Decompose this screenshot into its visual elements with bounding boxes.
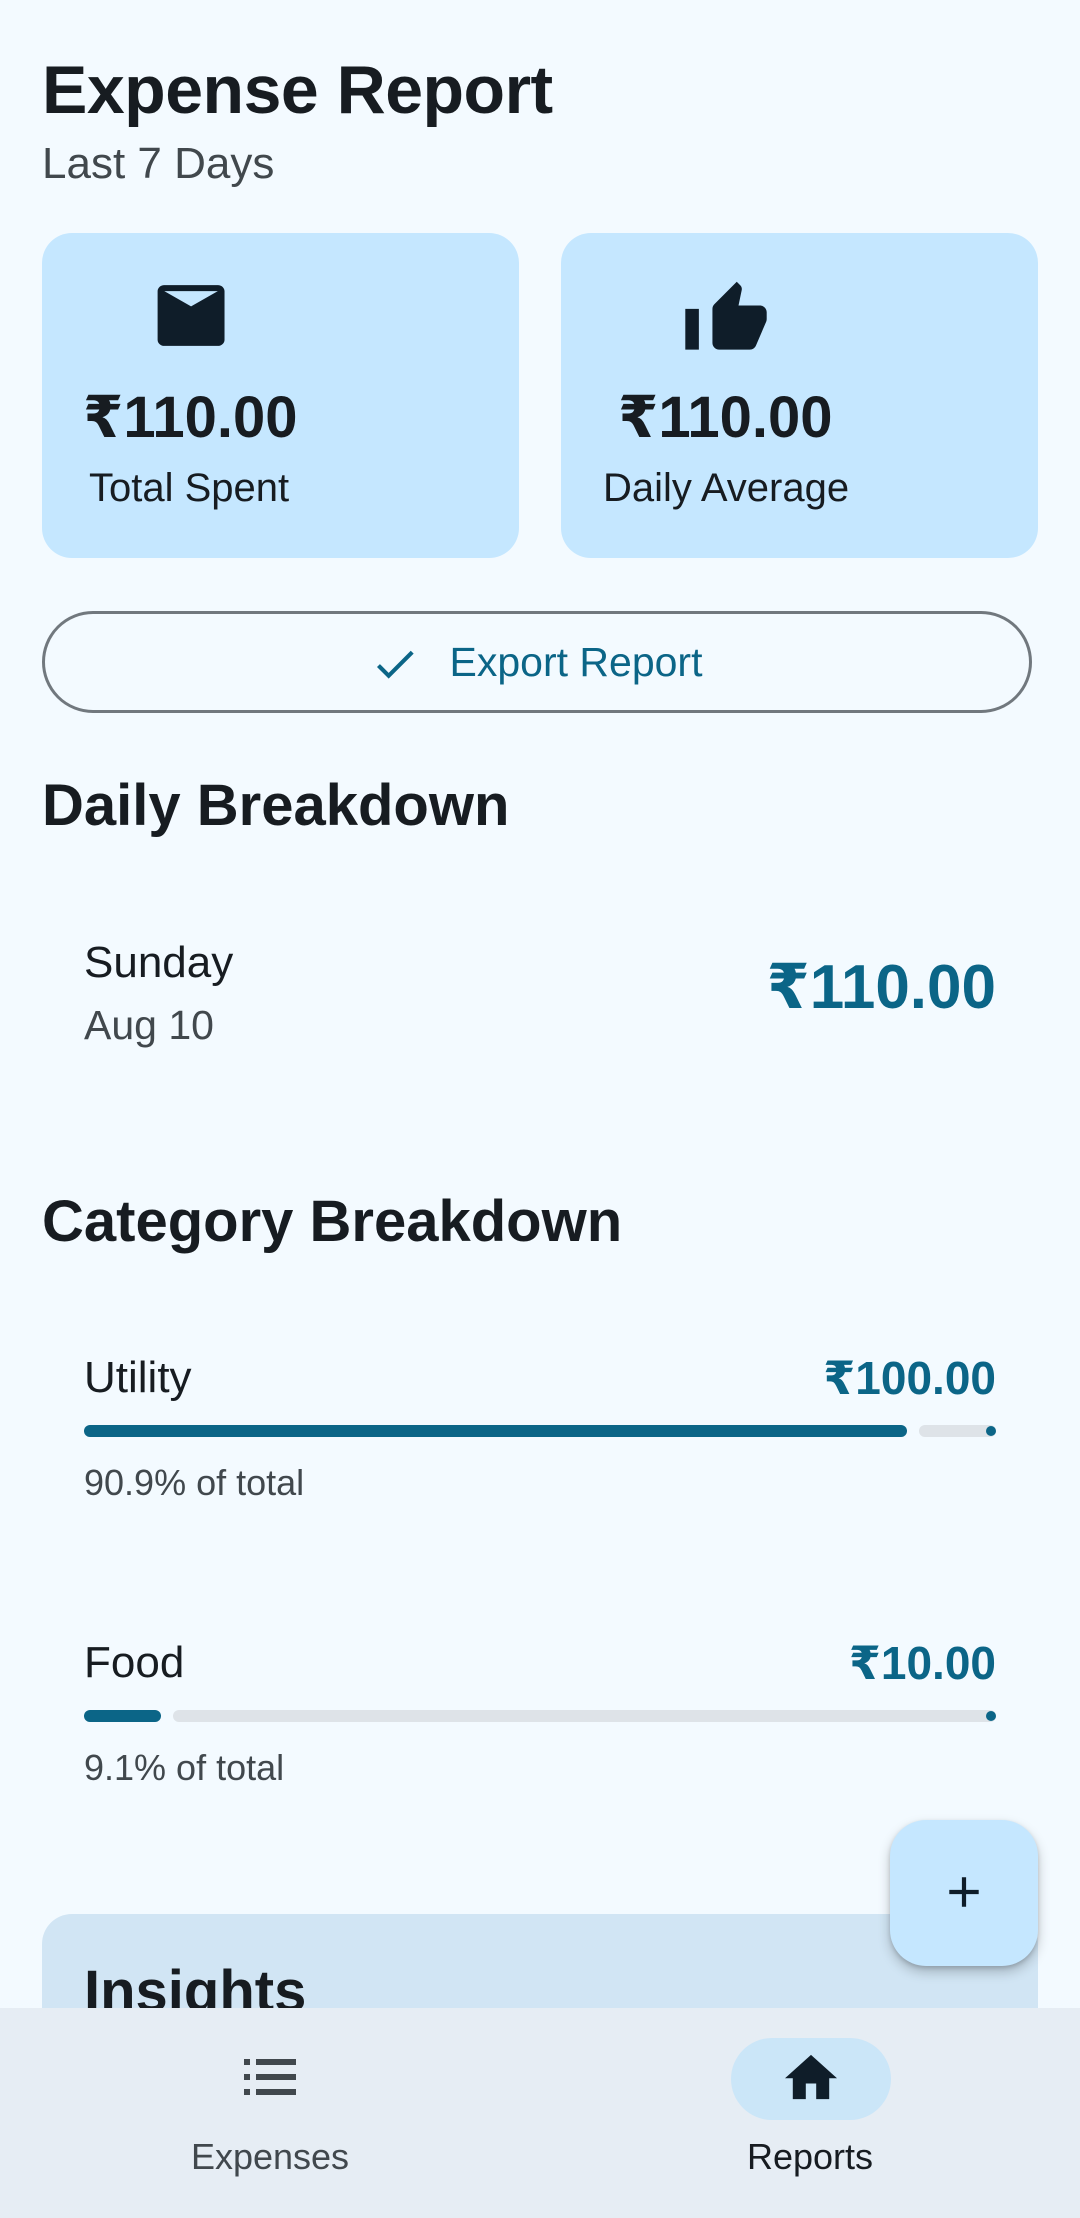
page-title: Expense Report xyxy=(42,52,553,128)
plus-icon xyxy=(943,1871,985,1916)
day-name: Sunday xyxy=(84,938,234,987)
daily-average-card: ₹110.00 Daily Average xyxy=(561,233,1038,558)
progress-track xyxy=(173,1710,996,1722)
nav-item-expenses[interactable]: Expenses xyxy=(0,2008,540,2218)
daily-average-label: Daily Average xyxy=(603,466,850,510)
total-spent-amount: ₹110.00 xyxy=(83,385,298,450)
nav-label: Reports xyxy=(746,2136,874,2177)
total-spent-label: Total Spent xyxy=(89,466,290,510)
progress-fill xyxy=(84,1425,907,1437)
category-row-utility: Utility ₹100.00 90.9% of total xyxy=(84,1350,996,1510)
progress-end-dot xyxy=(986,1711,996,1721)
category-progress-bar xyxy=(84,1425,996,1437)
category-percent: 90.9% of total xyxy=(84,1462,305,1503)
daily-row: Sunday Aug 10 ₹110.00 xyxy=(42,905,1038,1085)
nav-label: Expenses xyxy=(190,2136,350,2177)
export-report-label: Export Report xyxy=(449,638,703,685)
progress-track xyxy=(919,1425,996,1437)
list-icon xyxy=(244,2058,296,2100)
daily-breakdown-title: Daily Breakdown xyxy=(42,773,510,838)
category-amount: ₹10.00 xyxy=(848,1637,996,1689)
day-amount: ₹110.00 xyxy=(766,953,996,1022)
thumb-up-icon xyxy=(685,275,767,358)
bottom-navigation: Expenses Reports xyxy=(0,2008,1080,2218)
category-percent: 9.1% of total xyxy=(84,1747,285,1788)
category-breakdown-title: Category Breakdown xyxy=(42,1189,623,1254)
export-report-button[interactable]: Export Report xyxy=(42,611,1032,713)
add-expense-button[interactable] xyxy=(890,1820,1038,1966)
total-spent-card: ₹110.00 Total Spent xyxy=(42,233,519,558)
category-amount: ₹100.00 xyxy=(823,1352,996,1404)
progress-end-dot xyxy=(986,1426,996,1436)
check-icon xyxy=(372,643,422,681)
nav-indicator xyxy=(190,2038,350,2120)
mail-icon xyxy=(157,285,230,351)
progress-fill xyxy=(84,1710,161,1722)
category-name: Utility xyxy=(84,1353,192,1402)
daily-average-amount: ₹110.00 xyxy=(618,385,833,450)
nav-indicator xyxy=(731,2038,891,2120)
nav-item-reports[interactable]: Reports xyxy=(540,2008,1080,2218)
category-name: Food xyxy=(84,1638,185,1687)
home-icon xyxy=(785,2054,837,2105)
category-progress-bar xyxy=(84,1710,996,1722)
page-subtitle: Last 7 Days xyxy=(42,139,275,188)
day-date: Aug 10 xyxy=(84,1002,214,1048)
category-row-food: Food ₹10.00 9.1% of total xyxy=(84,1635,996,1795)
